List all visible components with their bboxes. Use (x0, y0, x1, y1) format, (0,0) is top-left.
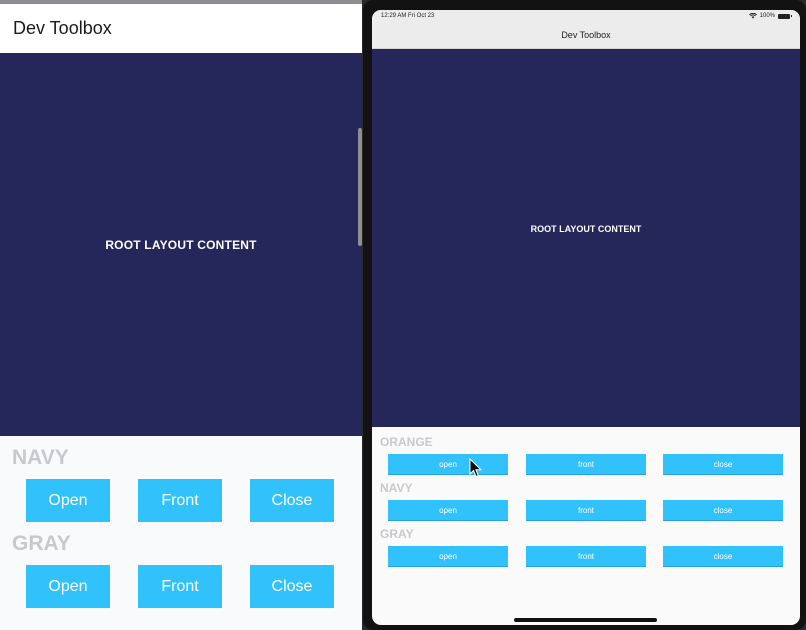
gray-front-button[interactable]: front (526, 546, 646, 567)
navy-close-button[interactable]: close (663, 500, 783, 521)
root-layout-content: ROOT LAYOUT CONTENT (0, 53, 362, 436)
app-bar: Dev Toolbox (0, 4, 362, 53)
battery-percent: 100% (759, 13, 775, 19)
navy-front-button[interactable]: front (526, 500, 646, 521)
wifi-icon (748, 13, 757, 19)
orange-front-button[interactable]: front (526, 454, 646, 475)
gray-front-button[interactable]: Front (138, 565, 222, 608)
root-layout-label: ROOT LAYOUT CONTENT (105, 237, 257, 252)
navy-open-button[interactable]: Open (26, 479, 110, 522)
nav-title: Dev Toolbox (561, 30, 611, 40)
section-label-gray: GRAY (380, 527, 414, 541)
status-time: 12:29 AM Fri Oct 23 (381, 13, 435, 19)
root-layout-label: ROOT LAYOUT CONTENT (530, 224, 642, 234)
gray-close-button[interactable]: Close (250, 565, 334, 608)
navy-close-button[interactable]: Close (250, 479, 334, 522)
status-right: 100% (748, 13, 792, 19)
section-label-navy: NAVY (12, 446, 69, 469)
root-layout-content: ROOT LAYOUT CONTENT (372, 49, 800, 427)
gray-open-button[interactable]: open (388, 546, 508, 567)
battery-icon (778, 13, 792, 19)
navigation-bar: Dev Toolbox (372, 24, 800, 49)
navy-front-button[interactable]: Front (138, 479, 222, 522)
gray-open-button[interactable]: Open (26, 565, 110, 608)
gray-close-button[interactable]: close (663, 546, 783, 567)
status-bar: 12:29 AM Fri Oct 23 100% (372, 10, 800, 24)
section-label-navy: NAVY (380, 481, 413, 495)
home-indicator[interactable] (514, 618, 657, 622)
navy-open-button[interactable]: open (388, 500, 508, 521)
section-label-orange: ORANGE (380, 435, 433, 449)
section-label-gray: GRAY (12, 532, 71, 555)
ipad-screen: 12:29 AM Fri Oct 23 100% Dev Toolbox ROO… (372, 10, 800, 625)
mouse-pointer-icon (469, 458, 483, 478)
orange-close-button[interactable]: close (663, 454, 783, 475)
android-window: Dev Toolbox ROOT LAYOUT CONTENT NAVY Ope… (0, 0, 362, 630)
scroll-handle[interactable] (358, 128, 362, 246)
app-title: Dev Toolbox (13, 18, 112, 38)
orange-open-button[interactable]: open (388, 454, 508, 475)
